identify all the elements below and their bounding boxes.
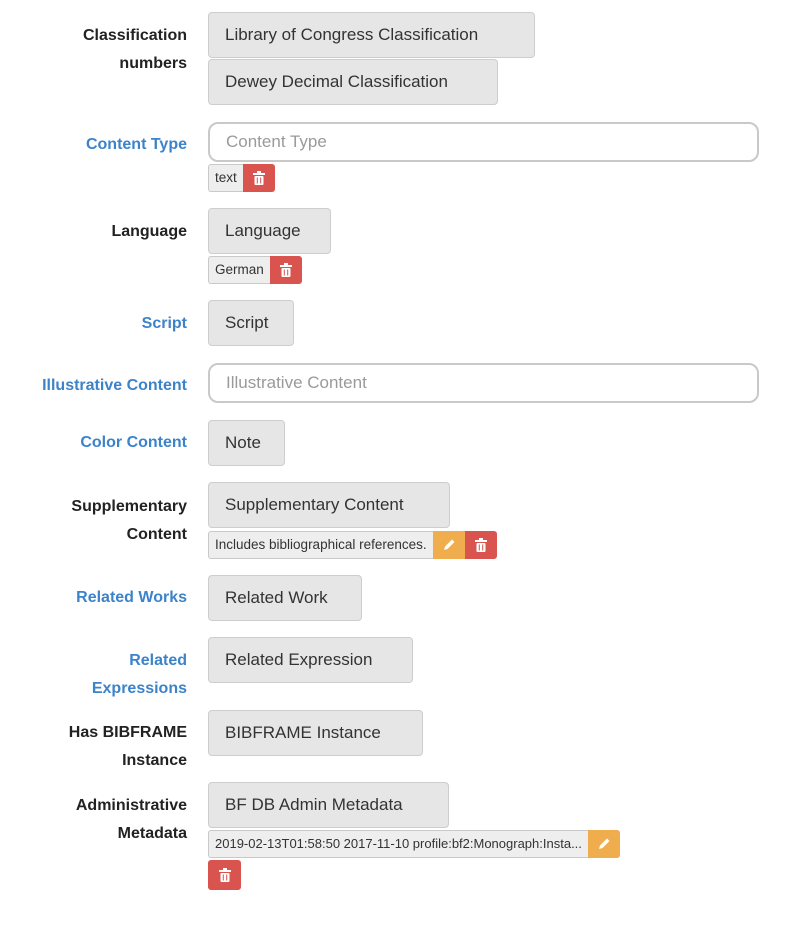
language-tag: German: [208, 256, 302, 284]
content-type-label: Content Type: [85, 136, 187, 153]
related-expression-button[interactable]: Related Expression: [208, 637, 413, 683]
lc-classification-button[interactable]: Library of Congress Classification: [208, 12, 535, 58]
classification-label: Classification numbers: [82, 27, 187, 72]
illustrative-content-label: Illustrative Content: [42, 377, 187, 394]
delete-button[interactable]: [208, 860, 241, 890]
dewey-classification-button[interactable]: Dewey Decimal Classification: [208, 59, 498, 105]
color-content-note-button[interactable]: Note: [208, 420, 285, 466]
illustrative-content-input[interactable]: [208, 363, 759, 403]
trash-icon: [252, 171, 265, 185]
supplementary-content-button[interactable]: Supplementary Content: [208, 482, 450, 528]
supplementary-content-label: Supplementary Content: [71, 498, 187, 543]
script-label: Script: [141, 315, 187, 332]
related-expressions-label: Related Expressions: [91, 652, 187, 697]
edit-button[interactable]: [587, 830, 620, 858]
content-type-input[interactable]: [208, 122, 759, 162]
admin-metadata-button[interactable]: BF DB Admin Metadata: [208, 782, 449, 828]
admin-metadata-tag: 2019-02-13T01:58:50 2017-11-10 profile:b…: [208, 830, 620, 858]
edit-button[interactable]: [432, 531, 465, 559]
tag-text: text: [208, 164, 243, 192]
delete-button[interactable]: [464, 531, 497, 559]
supplementary-content-tag: Includes bibliographical references.: [208, 531, 497, 559]
delete-button[interactable]: [269, 256, 302, 284]
content-type-tag: text: [208, 164, 275, 192]
color-content-label: Color Content: [80, 434, 187, 451]
tag-text: Includes bibliographical references.: [208, 531, 433, 559]
trash-icon: [279, 263, 292, 277]
admin-metadata-label: Administrative Metadata: [75, 797, 187, 842]
related-work-button[interactable]: Related Work: [208, 575, 362, 621]
delete-button[interactable]: [242, 164, 275, 192]
trash-icon: [218, 868, 231, 882]
related-works-label: Related Works: [76, 589, 187, 606]
has-instance-label: Has BIBFRAME Instance: [68, 724, 187, 769]
tag-text: 2019-02-13T01:58:50 2017-11-10 profile:b…: [208, 830, 588, 858]
pencil-icon: [598, 838, 610, 849]
tag-text: German: [208, 256, 270, 284]
language-label: Language: [111, 223, 187, 240]
pencil-icon: [443, 539, 455, 550]
language-button[interactable]: Language: [208, 208, 331, 254]
trash-icon: [474, 538, 487, 552]
bibframe-instance-button[interactable]: BIBFRAME Instance: [208, 710, 423, 756]
script-button[interactable]: Script: [208, 300, 294, 346]
